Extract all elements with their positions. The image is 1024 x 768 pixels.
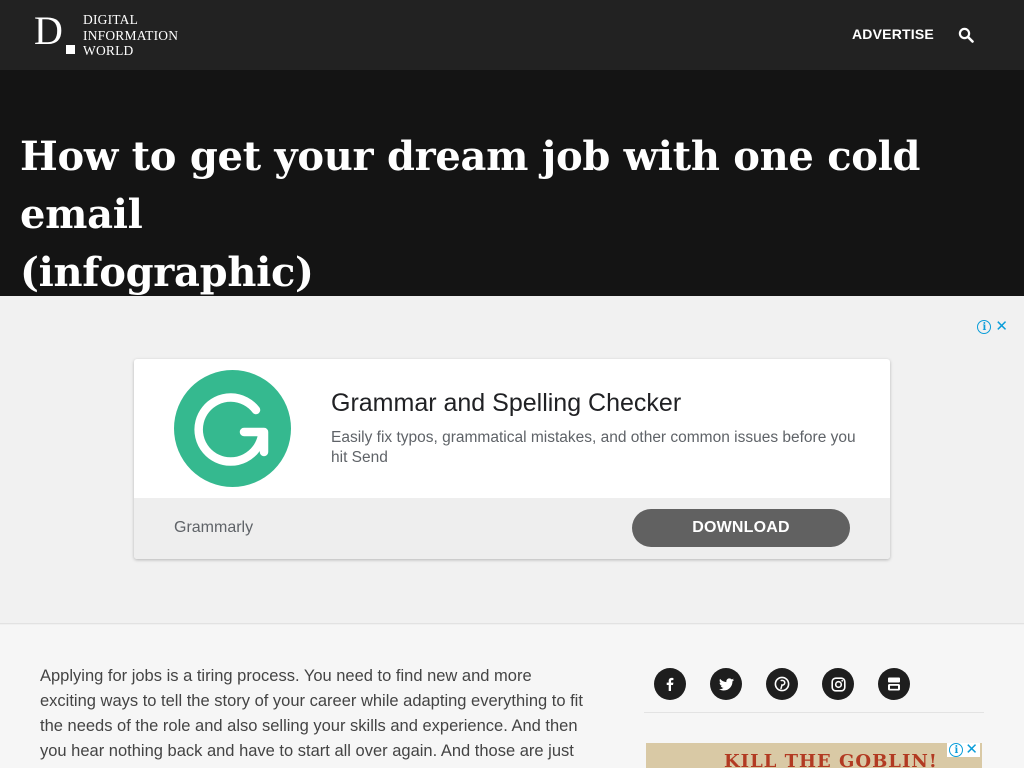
article-title-line-2: (infographic) <box>20 249 314 296</box>
social-links <box>654 668 910 700</box>
site-logo[interactable]: D DIGITAL INFORMATION WORLD <box>34 8 194 59</box>
article-title: How to get your dream job with one cold … <box>20 128 980 302</box>
logo-letter: D <box>34 8 63 53</box>
close-icon[interactable]: ✕ <box>995 319 1008 334</box>
download-button[interactable]: DOWNLOAD <box>632 509 850 547</box>
logo-line-3: WORLD <box>83 43 134 58</box>
youtube-icon[interactable] <box>878 668 910 700</box>
logo-wordmark: DIGITAL INFORMATION WORLD <box>83 12 178 59</box>
article-hero: How to get your dream job with one cold … <box>0 70 1024 296</box>
sidebar-ad[interactable]: KILL THE GOBLIN! i ✕ <box>646 743 982 768</box>
pinterest-icon[interactable] <box>766 668 798 700</box>
adchoices[interactable]: i ✕ <box>977 319 1008 334</box>
ad-description: Easily fix typos, grammatical mistakes, … <box>331 429 856 466</box>
nav-advertise-link[interactable]: ADVERTISE <box>852 26 934 42</box>
logo-line-2: INFORMATION <box>83 27 179 43</box>
logo-square <box>66 45 75 54</box>
close-icon[interactable]: ✕ <box>965 743 978 757</box>
main-content: Applying for jobs is a tiring process. Y… <box>0 625 1024 768</box>
twitter-icon[interactable] <box>710 668 742 700</box>
sidebar-adchoices[interactable]: i ✕ <box>947 743 980 757</box>
facebook-icon[interactable] <box>654 668 686 700</box>
ad-card[interactable]: Grammar and Spelling Checker Easily fix … <box>134 359 890 559</box>
grammarly-logo-icon[interactable] <box>174 370 291 487</box>
instagram-icon[interactable] <box>822 668 854 700</box>
logo-line-1: DIGITAL <box>83 12 139 27</box>
info-icon[interactable]: i <box>977 320 992 334</box>
sidebar-ad-text[interactable]: KILL THE GOBLIN! <box>724 751 938 768</box>
ad-advertiser-name[interactable]: Grammarly <box>174 519 253 537</box>
article-title-line-1: How to get your dream job with one cold … <box>20 133 921 238</box>
search-icon[interactable] <box>958 27 976 45</box>
article-paragraph: Applying for jobs is a tiring process. Y… <box>40 667 583 760</box>
ad-headline[interactable]: Grammar and Spelling Checker <box>331 389 681 418</box>
ad-footer: Grammarly DOWNLOAD <box>134 498 890 559</box>
ad-banner-area: i ✕ Grammar and Spelling Checker Easily … <box>0 296 1024 624</box>
sidebar-divider <box>644 712 984 713</box>
info-icon[interactable]: i <box>949 743 964 757</box>
site-header: D DIGITAL INFORMATION WORLD ADVERTISE <box>0 0 1024 70</box>
